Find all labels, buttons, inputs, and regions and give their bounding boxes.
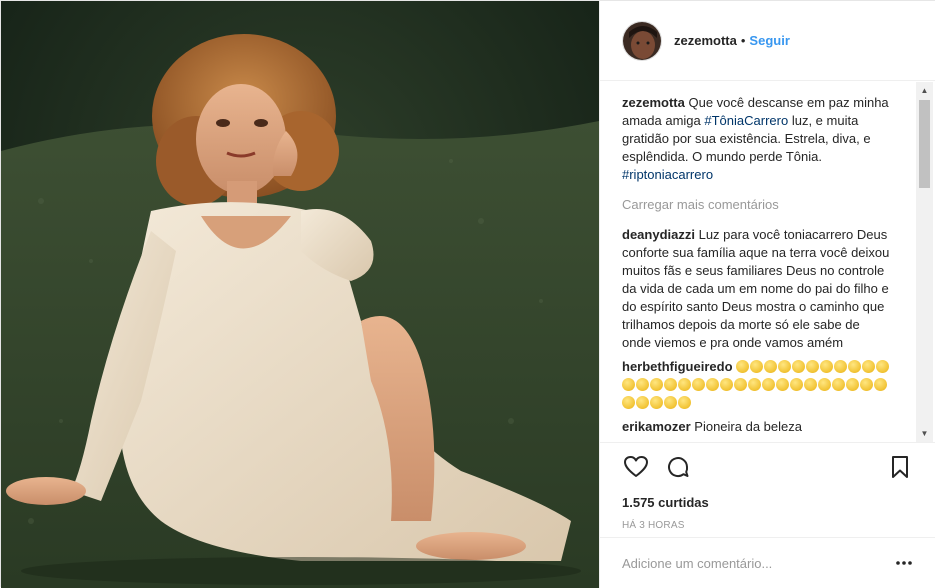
comment-username[interactable]: deanydiazzi: [622, 227, 695, 242]
bookmark-icon[interactable]: [886, 453, 914, 481]
clap-emoji-icon: [736, 360, 750, 373]
likes-count[interactable]: 1.575 curtidas: [622, 495, 914, 510]
load-more-comments[interactable]: Carregar mais comentários: [622, 196, 892, 214]
follow-button[interactable]: Seguir: [749, 33, 789, 48]
scroll-down-arrow-icon[interactable]: ▼: [916, 425, 933, 442]
comment-username[interactable]: herbethfigueiredo: [622, 359, 733, 374]
header-username[interactable]: zezemotta: [674, 33, 737, 48]
clap-emoji-icon: [720, 378, 733, 391]
clap-emoji-icon: [636, 378, 649, 391]
post-frame: zezemotta • Seguir zezemotta Que você de…: [0, 0, 935, 588]
clap-emoji-icon: [692, 378, 705, 391]
post-side-panel: zezemotta • Seguir zezemotta Que você de…: [599, 1, 935, 588]
scroll-up-arrow-icon[interactable]: ▲: [916, 82, 933, 99]
scrollbar-thumb[interactable]: [919, 100, 930, 188]
clap-emoji-icon: [678, 396, 691, 409]
clap-emoji-icon: [820, 360, 834, 373]
clap-emoji-icon: [818, 378, 831, 391]
comment-icon[interactable]: [664, 453, 692, 481]
add-comment-bar: [600, 537, 935, 588]
clap-emoji-icon: [846, 378, 859, 391]
comment-item: deanydiazzi Luz para você toniacarrero D…: [622, 226, 892, 352]
comment-text: Pioneira da beleza: [694, 419, 802, 434]
post-actions: 1.575 curtidas HÁ 3 HORAS: [600, 442, 935, 531]
clap-emoji-icon: [706, 378, 719, 391]
clap-emoji-icon: [776, 378, 789, 391]
clap-emoji-icon: [650, 396, 663, 409]
post-header: zezemotta • Seguir: [600, 1, 935, 81]
comments-content: zezemotta Que você descanse em paz minha…: [622, 94, 892, 442]
avatar[interactable]: [622, 20, 662, 61]
post-photo[interactable]: [1, 1, 599, 588]
clap-emoji-icon: [678, 378, 691, 391]
clap-emoji-icon: [862, 360, 876, 373]
more-options-icon[interactable]: [894, 553, 914, 573]
clap-emoji-icon: [622, 378, 635, 391]
clap-emoji-icon: [806, 360, 820, 373]
comment-item: herbethfigueiredo: [622, 358, 892, 412]
clap-emoji-icon: [860, 378, 873, 391]
clap-emoji-icon: [636, 396, 649, 409]
clap-emoji-icon: [792, 360, 806, 373]
comment-username[interactable]: erikamozer: [622, 419, 691, 434]
clap-emoji-icon: [876, 360, 890, 373]
post-timestamp: HÁ 3 HORAS: [622, 520, 685, 531]
clap-emoji-icon: [734, 378, 747, 391]
heart-icon[interactable]: [622, 453, 650, 481]
clap-emoji-icon: [750, 360, 764, 373]
clap-emoji-icon: [622, 396, 635, 409]
clap-emoji-icon: [764, 360, 778, 373]
header-separator: •: [740, 33, 746, 48]
clap-emoji-icon: [848, 360, 862, 373]
avatar-image: [623, 21, 661, 60]
clap-emoji-icon: [650, 378, 663, 391]
clap-emoji-icon: [664, 396, 677, 409]
action-row: [622, 453, 914, 481]
photo-illustration: [1, 1, 599, 588]
comments-scrollbar[interactable]: ▲ ▼: [916, 82, 933, 442]
clap-emoji-icon: [762, 378, 775, 391]
clap-emoji-icon: [834, 360, 848, 373]
caption-username[interactable]: zezemotta: [622, 95, 685, 110]
comment-input[interactable]: [622, 555, 894, 571]
clap-emoji-icon: [832, 378, 845, 391]
comments-list[interactable]: zezemotta Que você descanse em paz minha…: [600, 82, 935, 442]
caption-hashtag-2[interactable]: #riptoniacarrero: [622, 167, 713, 182]
clap-emoji-icon: [804, 378, 817, 391]
comment-text: Luz para você toniacarrero Deus conforte…: [622, 227, 890, 350]
clap-emoji-icon: [748, 378, 761, 391]
clap-emoji-icon: [664, 378, 677, 391]
caption-hashtag-1[interactable]: #TôniaCarrero: [704, 113, 788, 128]
clap-emoji-icon: [778, 360, 792, 373]
comment-item: erikamozer Pioneira da beleza: [622, 418, 892, 436]
clap-emoji-icon: [874, 378, 887, 391]
caption: zezemotta Que você descanse em paz minha…: [622, 94, 892, 184]
clap-emoji-icon: [790, 378, 803, 391]
